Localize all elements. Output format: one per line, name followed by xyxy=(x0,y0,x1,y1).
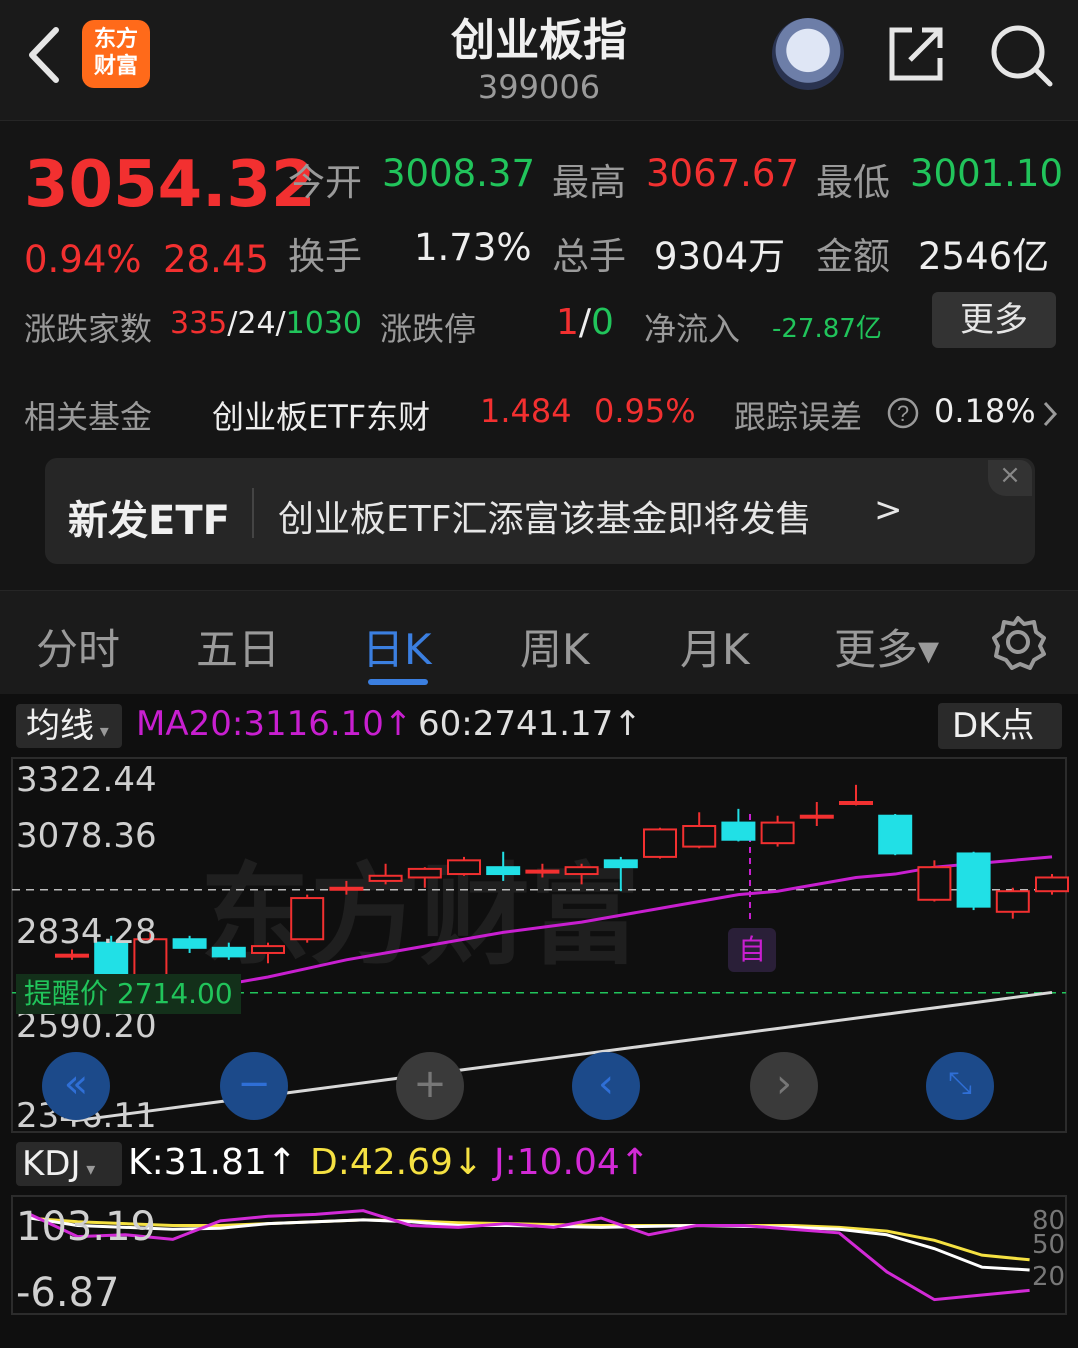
assistant-robot-icon[interactable] xyxy=(772,18,844,90)
change-amount: 28.45 xyxy=(163,238,269,281)
turnover-value: 1.73% xyxy=(414,226,532,269)
candle-body xyxy=(760,821,795,845)
tracking-error-value: 0.18% xyxy=(934,392,1036,430)
candle-body xyxy=(682,825,717,848)
candle-body xyxy=(368,874,403,882)
high-label: 最高 xyxy=(552,161,626,204)
amount-label: 金额 xyxy=(816,235,890,278)
tab-monthly-k[interactable]: 月K xyxy=(680,616,750,677)
help-icon[interactable]: ? xyxy=(886,396,920,430)
limit-label: 涨跌停 xyxy=(380,310,477,348)
candle-body xyxy=(172,938,207,949)
open-label: 今开 xyxy=(288,161,362,204)
candle-body xyxy=(564,866,599,876)
candle-body xyxy=(956,852,991,908)
breadth-values: 335/24/1030 xyxy=(170,306,363,341)
banner-divider xyxy=(252,488,254,538)
chevron-right-icon[interactable] xyxy=(1042,400,1058,428)
volume-value: 9304万 xyxy=(654,235,786,278)
change-percent: 0.94% xyxy=(24,238,142,281)
gear-icon[interactable] xyxy=(990,614,1046,670)
candle-body xyxy=(251,945,285,954)
scroll-left-icon[interactable]: ‹ xyxy=(572,1052,640,1120)
close-icon[interactable]: × xyxy=(988,460,1032,496)
ma60-value: 60:2741.17↑ xyxy=(418,704,642,744)
rewind-icon[interactable]: « xyxy=(42,1052,110,1120)
candle-body xyxy=(211,946,246,958)
fund-price: 1.484 xyxy=(480,392,572,430)
kdj-j-value: J:10.04↑ xyxy=(494,1142,650,1183)
limit-values: 1/0 xyxy=(556,302,614,343)
alert-price-label[interactable]: 提醒价 2714.00 xyxy=(16,974,241,1014)
zoom-in-icon[interactable]: + xyxy=(396,1052,464,1120)
banner-text: 创业板ETF汇添富该基金即将发售 xyxy=(278,499,812,540)
candle-body xyxy=(329,886,364,891)
breadth-label: 涨跌家数 xyxy=(24,310,153,348)
tracking-error-label: 跟踪误差 xyxy=(734,398,863,436)
banner-arrow: > xyxy=(874,490,903,530)
fullscreen-icon[interactable]: ⤡ xyxy=(926,1052,994,1120)
svg-text:?: ? xyxy=(897,401,909,426)
candle-body xyxy=(407,867,442,879)
tab-daily-k[interactable]: 日K xyxy=(362,616,432,677)
turnover-label: 换手 xyxy=(288,235,362,278)
scroll-right-icon[interactable]: › xyxy=(750,1052,818,1120)
kdj-axis-top: 103.19 xyxy=(16,1204,156,1250)
volume-label: 总手 xyxy=(552,235,626,278)
netflow-label: 净流入 xyxy=(644,310,741,348)
kdj-d-value: D:42.69↓ xyxy=(310,1142,484,1183)
candle-body xyxy=(447,859,481,876)
candle-body xyxy=(839,800,873,805)
banner-tag: 新发ETF xyxy=(68,498,230,544)
kline-chart[interactable]: 东方财富 xyxy=(0,694,1078,1348)
candle-body xyxy=(603,859,638,869)
active-tab-indicator xyxy=(368,679,428,685)
candle-body xyxy=(486,866,521,876)
candle-body xyxy=(799,814,834,819)
last-price: 3054.32 xyxy=(24,148,316,222)
y-tick-0: 3322.44 xyxy=(16,760,157,800)
tab-more[interactable]: 更多▾ xyxy=(834,616,939,677)
candle-body xyxy=(55,953,89,958)
fund-percent: 0.95% xyxy=(594,392,696,430)
dk-point-button[interactable]: DK点 xyxy=(938,703,1062,749)
candle-body xyxy=(878,814,913,855)
tab-five-day[interactable]: 五日 xyxy=(196,616,280,677)
kdj-selector[interactable]: KDJ ▾ xyxy=(16,1142,122,1186)
ma20-value: MA20:3116.10↑ xyxy=(136,704,413,744)
candle-body xyxy=(995,890,1030,913)
y-tick-2: 2834.28 xyxy=(16,912,157,952)
amount-value: 2546亿 xyxy=(918,235,1050,278)
netflow-value: -27.87亿 xyxy=(772,314,882,344)
ma-selector[interactable]: 均线 ▾ xyxy=(16,704,122,748)
candle-body xyxy=(290,897,325,941)
self-select-marker[interactable]: 自 xyxy=(728,928,776,972)
open-value: 3008.37 xyxy=(382,152,536,195)
high-value: 3067.67 xyxy=(646,152,800,195)
candle-body xyxy=(721,821,756,841)
fund-name[interactable]: 创业板ETF东财 xyxy=(212,392,430,438)
more-button[interactable]: 更多 xyxy=(932,292,1056,348)
kdj-axis-bottom: -6.87 xyxy=(16,1270,120,1316)
candle-body xyxy=(643,828,677,858)
kdj-k-value: K:31.81↑ xyxy=(128,1142,297,1183)
search-icon[interactable] xyxy=(988,22,1054,88)
candle-body xyxy=(1035,876,1069,893)
y-tick-1: 3078.36 xyxy=(16,816,157,856)
related-fund-label: 相关基金 xyxy=(24,398,153,436)
zoom-out-icon[interactable]: − xyxy=(220,1052,288,1120)
tab-weekly-k[interactable]: 周K xyxy=(520,616,590,677)
share-icon[interactable] xyxy=(886,24,948,84)
low-value: 3001.10 xyxy=(910,152,1064,195)
kdj-ref-50: 50 xyxy=(1032,1230,1066,1260)
low-label: 最低 xyxy=(816,161,890,204)
kdj-ref-20: 20 xyxy=(1032,1262,1066,1292)
candle-body xyxy=(917,866,952,901)
candle-body xyxy=(525,869,560,874)
tab-intraday[interactable]: 分时 xyxy=(36,616,120,677)
